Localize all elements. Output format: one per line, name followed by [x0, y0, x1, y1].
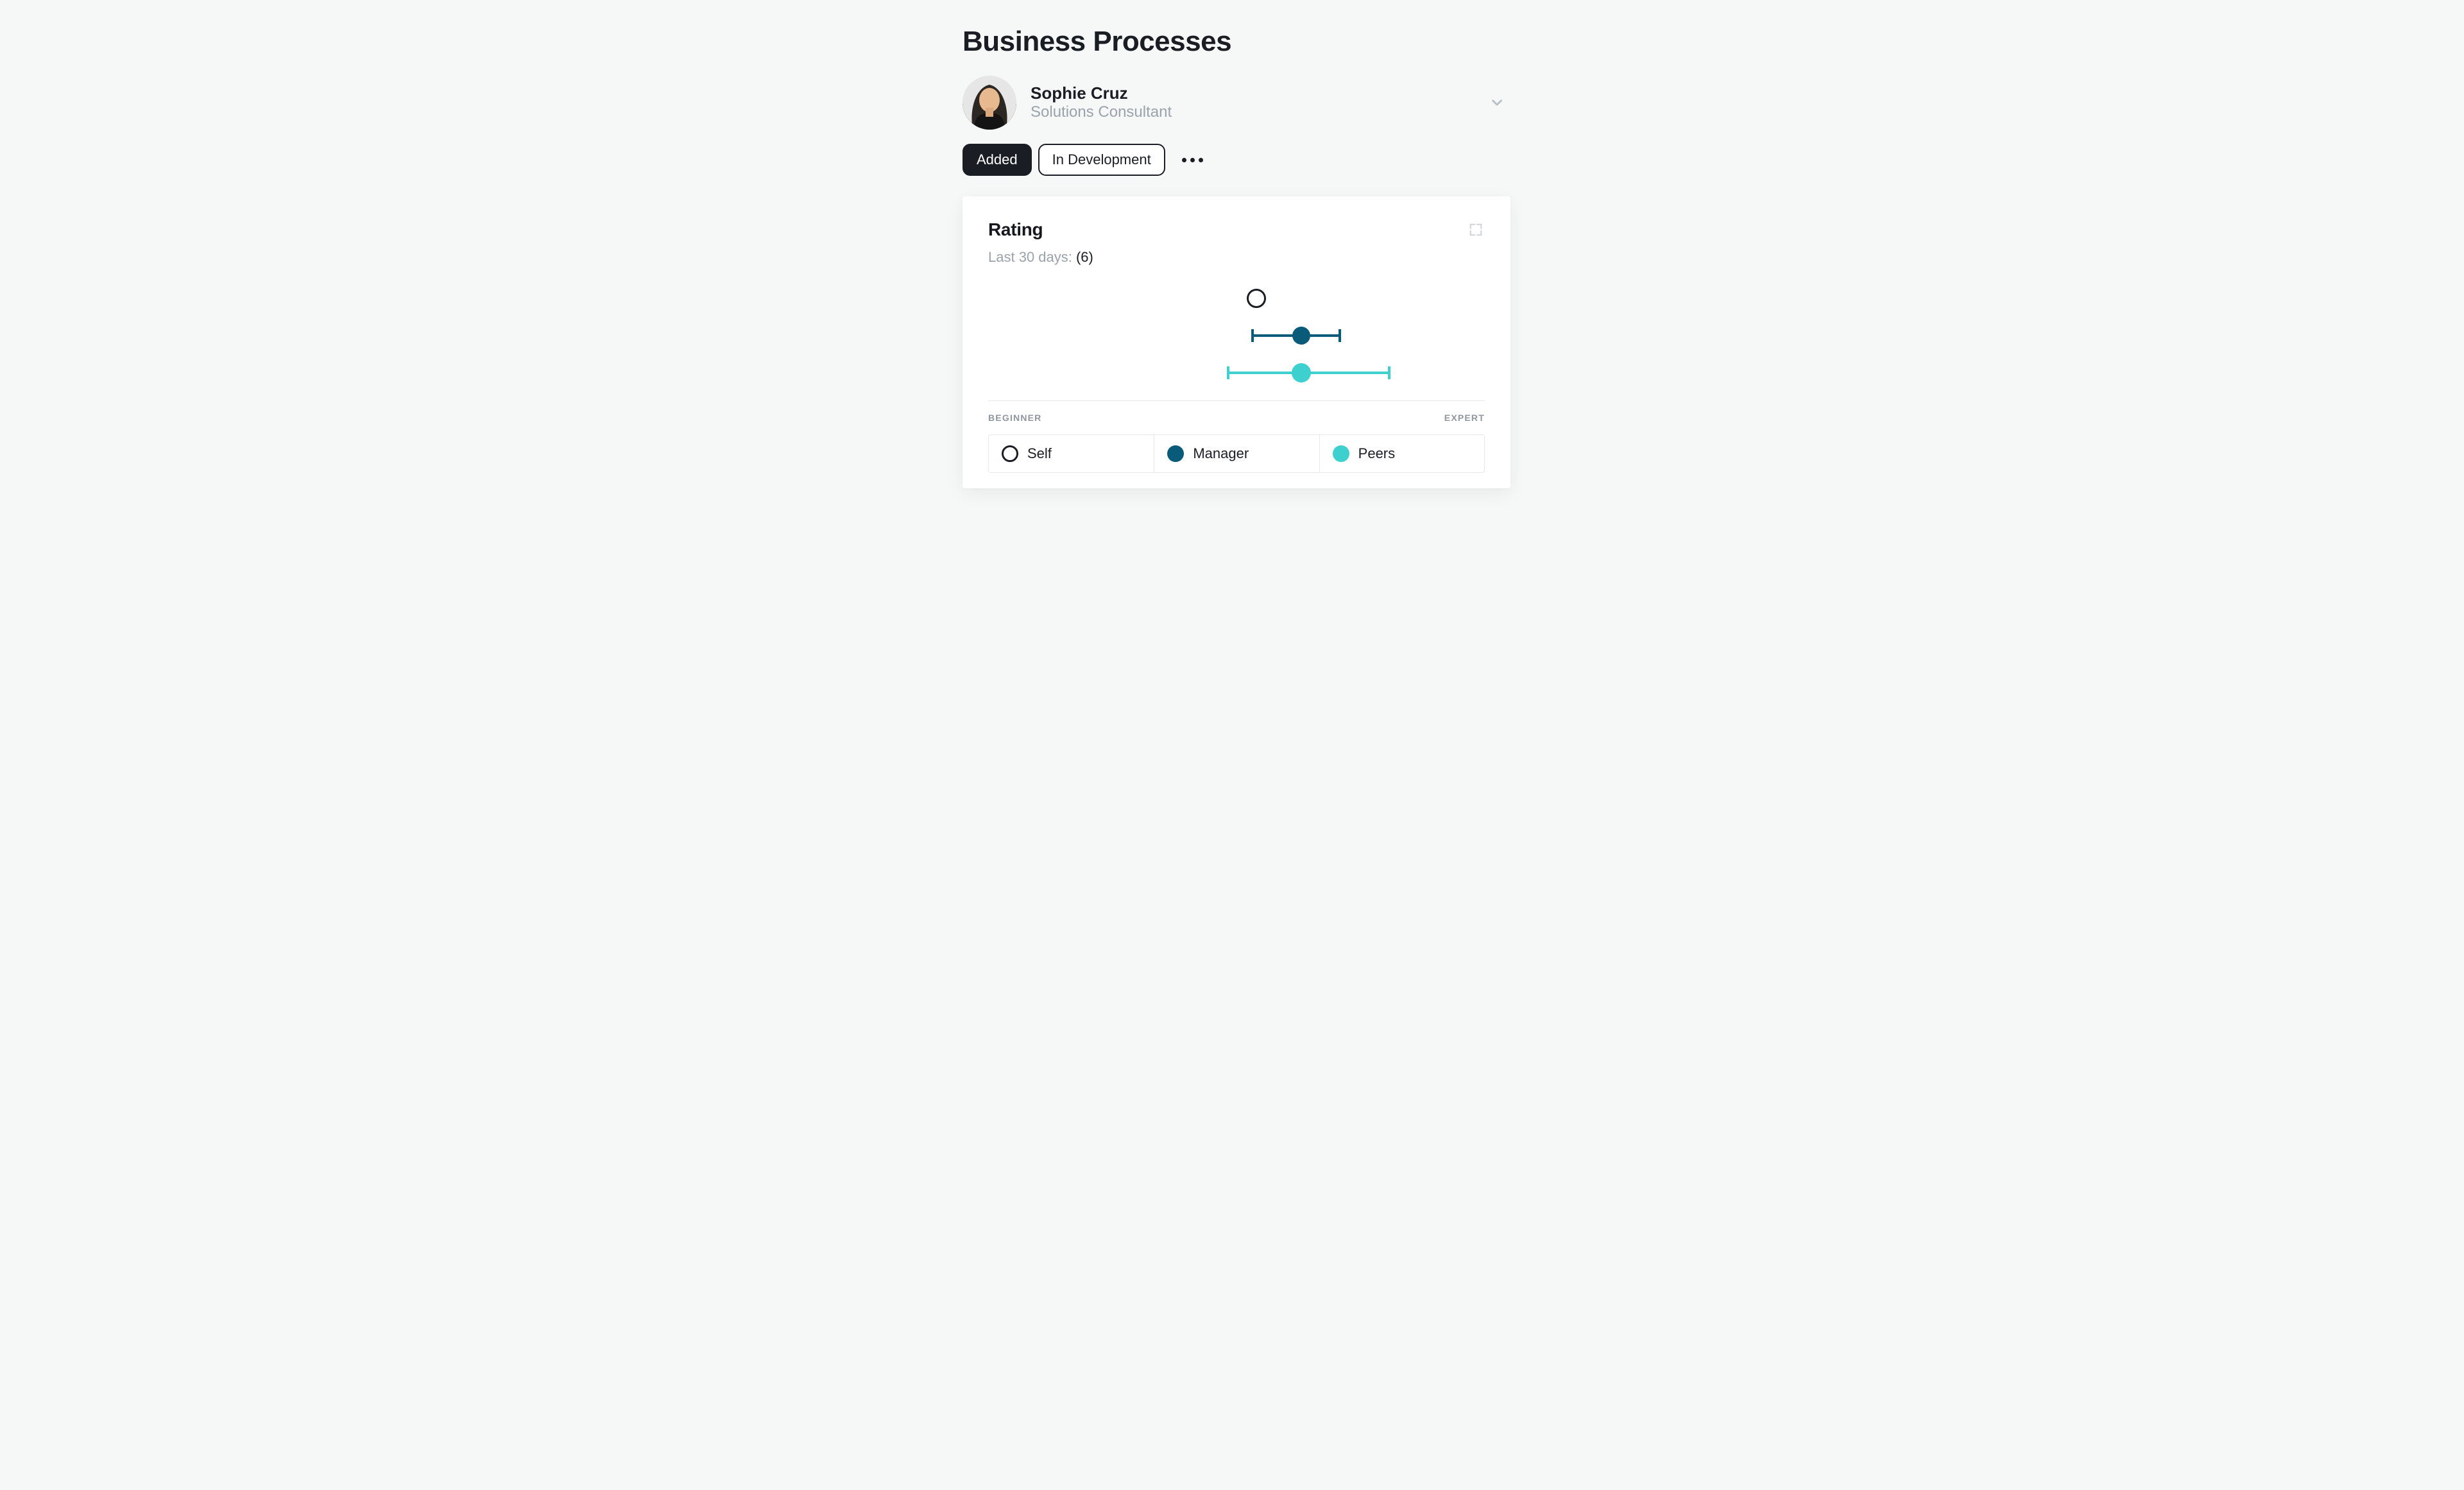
tabs: Added In Development [963, 144, 1510, 176]
axis-labels: BEGINNER EXPERT [988, 413, 1485, 423]
legend: Self Manager Peers [988, 434, 1485, 473]
subtitle-label: Last 30 days: [988, 249, 1076, 265]
legend-dot-peers [1333, 445, 1349, 462]
legend-label-self: Self [1027, 445, 1052, 462]
legend-label-peers: Peers [1358, 445, 1395, 462]
tab-in-development[interactable]: In Development [1038, 144, 1165, 176]
expand-icon[interactable] [1467, 221, 1485, 239]
legend-peers: Peers [1319, 435, 1484, 472]
legend-dot-manager [1167, 445, 1184, 462]
legend-dot-self [1002, 445, 1018, 462]
rating-card: Rating Last 30 days: (6) BEGINNER EXPERT [963, 196, 1510, 488]
profile-name: Sophie Cruz [1031, 84, 1469, 103]
card-title: Rating [988, 219, 1043, 240]
avatar [963, 76, 1016, 130]
page-title: Business Processes [963, 26, 1510, 58]
axis-min-label: BEGINNER [988, 413, 1042, 423]
profile-role: Solutions Consultant [1031, 103, 1469, 121]
subtitle-count: (6) [1076, 249, 1093, 265]
chart-row-peers [988, 354, 1485, 391]
point-manager [1292, 327, 1310, 345]
legend-label-manager: Manager [1193, 445, 1249, 462]
more-icon[interactable] [1176, 153, 1210, 167]
legend-manager: Manager [1154, 435, 1319, 472]
chart-row-self [988, 280, 1485, 317]
rating-chart [988, 280, 1485, 401]
chart-row-manager [988, 317, 1485, 354]
card-subtitle: Last 30 days: (6) [988, 249, 1485, 266]
tab-added[interactable]: Added [963, 144, 1032, 176]
point-self [1247, 289, 1266, 308]
profile-row: Sophie Cruz Solutions Consultant [963, 76, 1510, 130]
point-peers [1292, 363, 1311, 382]
legend-self: Self [989, 435, 1154, 472]
chevron-down-icon[interactable] [1484, 92, 1510, 114]
axis-max-label: EXPERT [1444, 413, 1485, 423]
